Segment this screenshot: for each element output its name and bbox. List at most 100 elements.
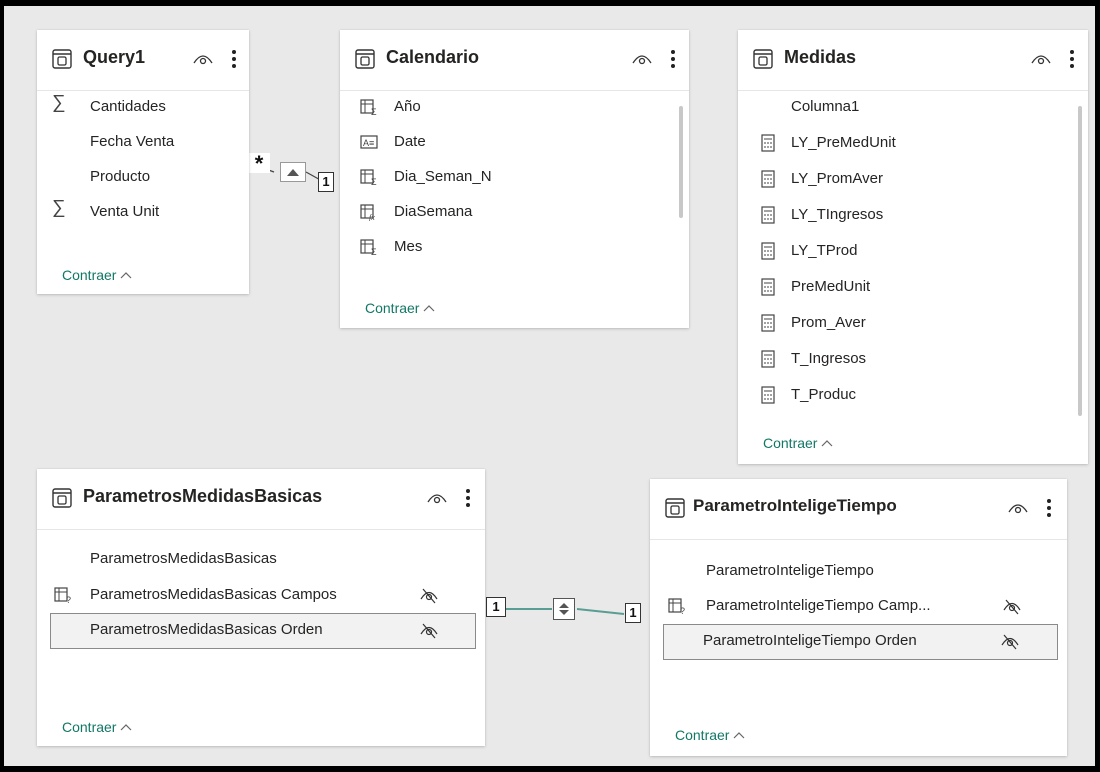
measure-icon [761,278,775,296]
field-row[interactable]: fx DiaSemana [340,195,689,229]
bidirectional-filter-icon[interactable] [553,598,575,620]
svg-text:?: ? [680,606,685,615]
field-label: Dia_Seman_N [394,168,492,185]
collapse-label: Contraer [365,300,420,316]
eye-off-icon[interactable] [419,586,439,604]
collapse-link[interactable]: Contraer [62,267,132,283]
measure-icon [761,206,775,224]
card-header[interactable]: ParametroInteligeTiempo [650,479,1067,540]
table-icon [355,49,375,69]
field-row[interactable]: ParametroInteligeTiempo [650,554,1067,588]
eye-icon[interactable] [193,52,213,66]
field-row[interactable]: LY_PromAver [738,162,1088,196]
filter-direction-icon[interactable] [280,162,306,182]
more-options-icon[interactable] [1068,48,1076,70]
chevron-up-icon [821,439,833,447]
field-row[interactable]: ParametrosMedidasBasicas [37,542,485,576]
table-title: ParametrosMedidasBasicas [83,486,323,506]
field-row[interactable]: LY_TProd [738,234,1088,268]
collapse-link[interactable]: Contraer [365,300,435,316]
field-row[interactable]: Fecha Venta [37,125,249,159]
field-row[interactable]: ? ParametrosMedidasBasicas Campos [37,578,485,612]
field-row-selected[interactable]: ParametroInteligeTiempo Orden [663,624,1058,660]
more-options-icon[interactable] [230,48,238,70]
table-title: Calendario [386,47,480,67]
table-icon [665,498,685,518]
eye-off-icon[interactable] [1002,597,1022,615]
svg-text:?: ? [66,595,71,604]
field-row[interactable]: ? ParametroInteligeTiempo Camp... [650,589,1067,623]
field-label: LY_TIngresos [791,206,884,223]
field-row[interactable]: Prom_Aver [738,306,1088,340]
sigma-icon: ∑ [52,92,66,113]
field-label: Venta Unit [90,203,160,220]
field-label: Columna1 [791,98,860,115]
measure-icon [761,242,775,260]
svg-text:Σ: Σ [371,177,377,186]
more-options-icon[interactable] [1045,497,1053,519]
svg-text:Σ: Σ [371,247,377,256]
field-row-selected[interactable]: ParametrosMedidasBasicas Orden [50,613,476,649]
measure-icon [761,314,775,332]
field-row[interactable]: ∑ Venta Unit [37,195,249,229]
field-label: Año [394,98,421,115]
measure-icon [761,134,775,152]
field-row[interactable]: Columna1 [738,90,1088,124]
card-header[interactable]: Calendario [340,30,689,91]
field-label: Fecha Venta [90,133,175,150]
eye-icon[interactable] [1008,501,1028,515]
field-row[interactable]: LY_TIngresos [738,198,1088,232]
field-row[interactable]: T_Ingresos [738,342,1088,376]
field-label: T_Ingresos [791,350,867,367]
svg-text:A≡: A≡ [363,138,374,148]
measure-icon [761,170,775,188]
table-title: ParametroInteligeTiempo [693,496,897,515]
card-header[interactable]: ParametrosMedidasBasicas [37,469,485,530]
field-row[interactable]: ∑ Cantidades [37,90,249,124]
field-label: PreMedUnit [791,278,871,295]
field-label: LY_PromAver [791,170,883,187]
collapse-link[interactable]: Contraer [675,727,745,743]
field-row[interactable]: LY_PreMedUnit [738,126,1088,160]
field-row[interactable]: Σ Año [340,90,689,124]
field-row[interactable]: Σ Mes [340,230,689,264]
collapse-label: Contraer [675,727,730,743]
collapse-label: Contraer [62,267,117,283]
field-row[interactable]: Producto [37,160,249,194]
field-label: Cantidades [90,98,166,115]
chevron-up-icon [120,723,132,731]
field-row[interactable]: PreMedUnit [738,270,1088,304]
measure-icon [761,350,775,368]
field-row[interactable]: A≡ Date [340,125,689,159]
eye-icon[interactable] [632,52,652,66]
table-card-query1[interactable]: Query1 ∑ Cantidades Fecha Venta Producto… [37,30,249,294]
field-row[interactable]: Σ Dia_Seman_N [340,160,689,194]
cardinality-many-marker: * [248,153,270,175]
field-label: ParametroInteligeTiempo Orden [703,632,917,649]
eye-off-icon[interactable] [1000,632,1020,650]
card-header[interactable]: Medidas [738,30,1088,91]
text-field-icon: A≡ [360,135,378,149]
eye-icon[interactable] [427,491,447,505]
field-row[interactable]: T_Produc [738,378,1088,412]
table-title: Medidas [784,47,857,67]
table-card-calendario[interactable]: Calendario Σ Año A≡ Date Σ Dia_Seman_N f… [340,30,689,328]
more-options-icon[interactable] [669,48,677,70]
eye-icon[interactable] [1031,52,1051,66]
field-label: Prom_Aver [791,314,866,331]
table-card-parametro-intelige-tiempo[interactable]: ParametroInteligeTiempo ParametroIntelig… [650,479,1067,756]
model-canvas[interactable]: * 1 1 1 Query1 ∑ Cantidades Fecha Venta … [4,6,1095,766]
collapse-link[interactable]: Contraer [62,719,132,735]
card-header[interactable]: Query1 [37,30,249,91]
collapse-link[interactable]: Contraer [763,435,833,451]
cardinality-one-marker-right: 1 [625,603,641,623]
field-label: Producto [90,168,151,185]
table-card-medidas[interactable]: Medidas Columna1 LY_PreMedUnit LY_PromAv… [738,30,1088,464]
more-options-icon[interactable] [464,487,472,509]
table-card-parametros-medidas-basicas[interactable]: ParametrosMedidasBasicas ParametrosMedid… [37,469,485,746]
table-icon [753,49,773,69]
calculated-column-icon: Σ [360,239,377,256]
table-title: Query1 [83,47,146,67]
field-label: LY_PreMedUnit [791,134,896,151]
eye-off-icon[interactable] [419,621,439,639]
